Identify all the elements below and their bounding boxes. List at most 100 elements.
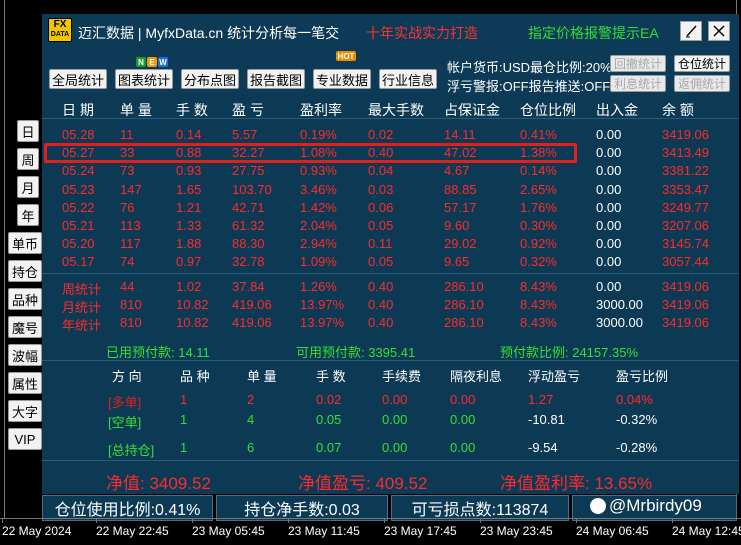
table-row-cell: 1.88	[176, 236, 202, 252]
table-row-cell: 5.57	[232, 127, 258, 142]
summary-row-cell: 13.97%	[300, 315, 345, 330]
time-axis-tick	[96, 518, 97, 523]
position-row-cell: [空单]	[108, 415, 142, 430]
position-header-cell: 方 向	[112, 369, 142, 384]
position-row-cell: -10.81	[528, 412, 565, 427]
row-highlight	[44, 143, 577, 163]
position-stats-button[interactable]: 仓位统计	[674, 55, 730, 72]
sidebar-week[interactable]: 周	[17, 148, 39, 170]
report-screenshot-button[interactable]: 报告截图	[247, 69, 305, 89]
table-row-cell: 88.30	[232, 236, 265, 252]
table-row-cell: 113	[120, 218, 141, 233]
position-row-cell: 1	[180, 392, 188, 407]
summary-row-cell: 44	[120, 279, 135, 294]
table-row-cell: 103.70	[232, 181, 272, 197]
summary-row-cell: 0.40	[368, 297, 394, 312]
table-row-cell: 3413.49	[662, 145, 709, 161]
sidebar-big-font[interactable]: 大字	[8, 400, 42, 422]
table-row-cell: 0.00	[596, 218, 622, 233]
time-axis-label: 23 May 17:45	[384, 524, 457, 538]
sidebar-range[interactable]: 波幅	[8, 344, 42, 366]
sidebar-holdings[interactable]: 持仓	[8, 260, 42, 282]
table-row-cell: 0.00	[596, 127, 622, 142]
slogan: 十年实战实力打造	[366, 25, 478, 41]
net-profit-rate: 净值盈利率: 13.65%	[500, 474, 653, 493]
edit-icon[interactable]	[680, 21, 702, 41]
chart-stats-button[interactable]: 图表统计	[115, 69, 173, 89]
table-row-cell: 147	[120, 181, 142, 197]
position-row-cell: 6	[247, 440, 255, 455]
table-row-cell: 0.00	[596, 199, 622, 215]
table-row-cell: 3057.44	[662, 254, 709, 270]
summary-row-cell: 1.26%	[300, 279, 337, 294]
sidebar-magic[interactable]: 魔号	[8, 316, 42, 338]
position-header-cell: 品 种	[180, 369, 210, 384]
table-row-cell: 05.24	[62, 163, 95, 179]
position-row-cell: 0.04%	[616, 392, 653, 407]
position-row-cell: -0.32%	[616, 412, 658, 427]
table-header-cell: 单 量	[120, 102, 152, 118]
table-row-cell: 76	[120, 199, 135, 215]
status-net-lots-text: 持仓净手数:0.03	[244, 502, 360, 519]
table-header-cell: 手 数	[176, 102, 208, 118]
table-row-cell: 0.00	[596, 236, 622, 252]
table-header-cell: 仓位比例	[520, 102, 576, 118]
position-header-cell: 浮动盈亏	[528, 369, 581, 384]
summary-row-cell: 810	[120, 315, 142, 330]
table-row-cell: 0.11	[368, 236, 393, 252]
summary-row-cell: 419.06	[232, 315, 272, 330]
time-axis-label: 22 May 22:45	[96, 524, 169, 538]
distribution-chart-button[interactable]: 分布点图	[181, 69, 239, 89]
summary-row-cell: 0.40	[368, 279, 394, 294]
table-row-cell: 1.09%	[300, 254, 337, 270]
table-row-cell: 0.05	[368, 218, 394, 233]
position-row-cell: 0.00	[382, 412, 408, 427]
table-row-cell: 0.00	[596, 254, 622, 270]
badge-hot: HOT	[336, 51, 356, 61]
summary-row-cell: 286.10	[444, 279, 484, 294]
badge-n: N	[136, 57, 146, 67]
watermark-text: @Mrbirdy09	[609, 496, 702, 515]
sidebar-vip[interactable]: VIP	[8, 428, 42, 450]
table-row-cell: 57.17	[444, 199, 477, 215]
time-axis-label: 23 May 11:45	[288, 524, 360, 538]
price-alert-link[interactable]: 指定价格报警提示EA	[528, 23, 659, 43]
summary-row-cell: 8.43%	[520, 279, 557, 294]
time-axis-label: 23 May 05:45	[192, 524, 265, 538]
sidebar-year[interactable]: 年	[17, 204, 39, 226]
interest-stats-button[interactable]: 利息统计	[610, 75, 666, 92]
time-axis-tick	[192, 518, 193, 523]
table-row-cell: 11	[120, 127, 134, 142]
sidebar-attribute[interactable]: 属性	[8, 372, 42, 394]
position-row-cell: 0.05	[316, 412, 342, 427]
sidebar-single-currency[interactable]: 单币	[8, 232, 42, 254]
chart-border-left	[4, 0, 5, 518]
global-stats-button[interactable]: 全局统计	[49, 69, 107, 89]
summary-row-cell: 419.06	[232, 297, 272, 312]
table-row-cell: 05.28	[62, 127, 95, 142]
table-row-cell: 05.20	[62, 236, 95, 252]
sidebar-day[interactable]: 日	[17, 120, 39, 142]
position-row-cell: 0.00	[382, 392, 408, 407]
table-row-cell: 74	[120, 254, 135, 270]
industry-info-button[interactable]: 行业信息	[379, 69, 437, 89]
pro-data-button[interactable]: 专业数据	[313, 69, 371, 89]
time-axis-label: 23 May 23:45	[480, 524, 553, 538]
position-row-cell: 1	[180, 412, 188, 427]
drawdown-stats-button[interactable]: 回撤统计	[610, 55, 666, 72]
used-margin: 已用预付款: 14.11	[106, 345, 210, 360]
summary-row-cell: 周统计	[62, 282, 102, 297]
table-row-cell: 1.42%	[300, 199, 337, 215]
summary-row-cell: 37.84	[232, 279, 265, 294]
table-row-cell: 0.93%	[300, 163, 337, 179]
close-icon[interactable]	[708, 21, 730, 41]
watermark: @Mrbirdy09	[590, 496, 702, 516]
sidebar-month[interactable]: 月	[17, 176, 39, 198]
sidebar-symbol[interactable]: 品种	[8, 288, 42, 310]
table-row-cell: 1.65	[176, 181, 202, 197]
position-row-cell: 0.07	[316, 440, 342, 455]
table-row-cell: 3353.47	[662, 181, 709, 197]
rebate-stats-button[interactable]: 返佣统计	[674, 75, 730, 92]
position-row-cell: [总持仓]	[108, 443, 155, 458]
badge-e: E	[147, 57, 157, 67]
